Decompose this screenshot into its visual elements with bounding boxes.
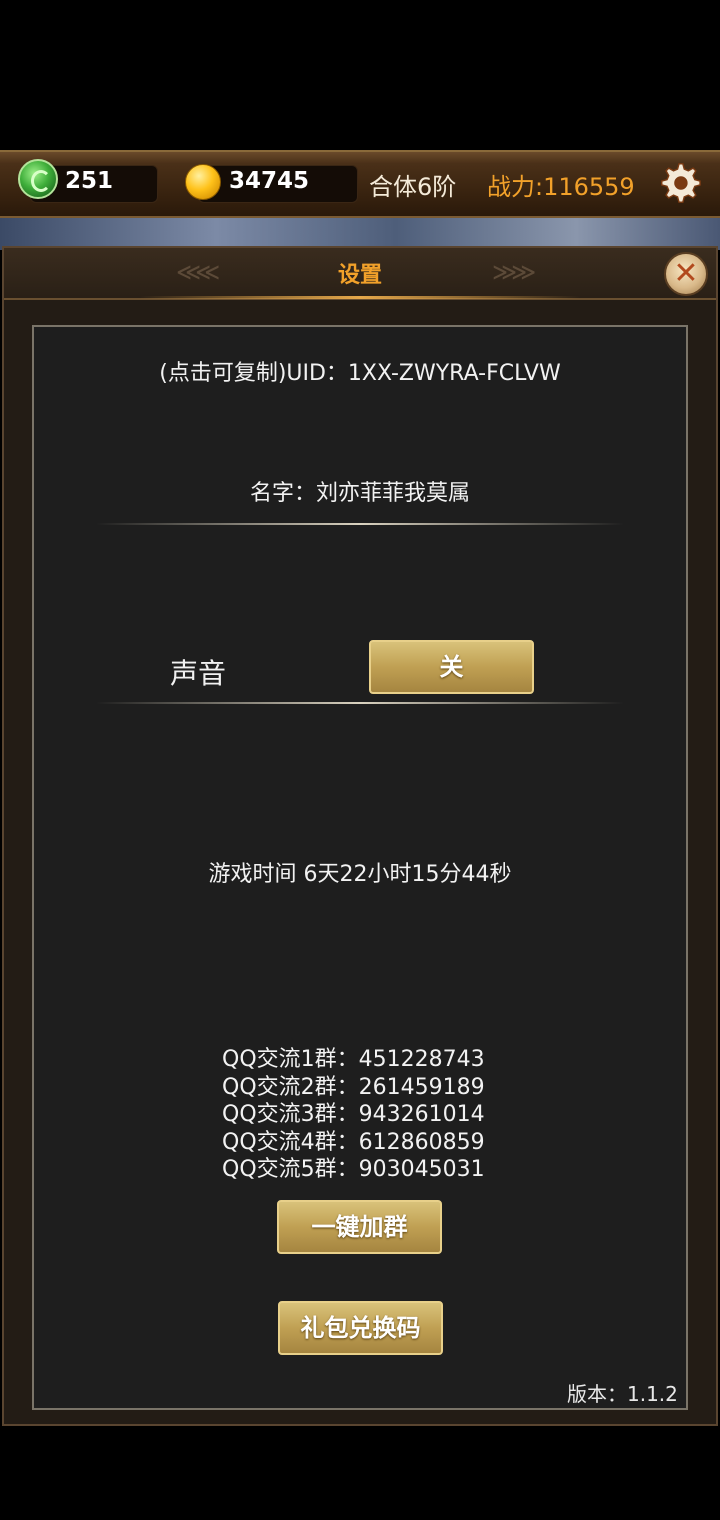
uid-copy-text[interactable]: (点击可复制)UID：1XX-ZWYRA-FCLVW — [0, 355, 720, 387]
qq-group-item: QQ交流4群：612860859 — [222, 1129, 485, 1155]
gear-icon[interactable] — [656, 160, 702, 206]
version-text: 版本：1.1.2 — [567, 1382, 678, 1406]
qq-group-item: QQ交流2群：261459189 — [222, 1074, 485, 1100]
play-time: 游戏时间 6天22小时15分44秒 — [208, 862, 512, 887]
combat-power: 战力:116559 — [487, 173, 635, 201]
close-button[interactable]: ✕ — [664, 252, 708, 296]
qq-group-item: QQ交流1群：451228743 — [222, 1047, 485, 1072]
gift-code-label: 礼包兑换码 — [300, 1314, 421, 1342]
player-name: 名字：刘亦菲菲我莫属 — [249, 481, 470, 506]
qq-group-list: QQ交流1群：451228743 QQ交流2群：261459189 QQ交流3群… — [222, 1046, 485, 1184]
bottom-blank — [0, 1426, 720, 1520]
jade-value: 251 — [65, 168, 114, 194]
header-divider — [140, 296, 580, 299]
join-groups-label: 一键加群 — [311, 1213, 408, 1241]
join-groups-button[interactable]: 一键加群 — [277, 1200, 442, 1254]
gift-code-button[interactable]: 礼包兑换码 — [278, 1301, 443, 1355]
qq-group-item: QQ交流3群：943261014 — [222, 1102, 485, 1127]
gold-value: 34745 — [229, 168, 310, 194]
sound-label: 声音 — [170, 657, 227, 690]
divider — [96, 523, 624, 525]
gold-coin-icon — [185, 164, 221, 200]
cultivation-stage: 合体6阶 — [369, 173, 457, 201]
sound-toggle-button[interactable]: 关 — [369, 640, 534, 694]
qq-group-item: QQ交流5群：903045031 — [222, 1157, 485, 1182]
jade-icon — [18, 159, 58, 199]
sound-toggle-label: 关 — [439, 653, 464, 681]
panel-title: 设置 — [337, 263, 382, 288]
close-icon: ✕ — [673, 256, 699, 291]
divider — [96, 702, 624, 704]
